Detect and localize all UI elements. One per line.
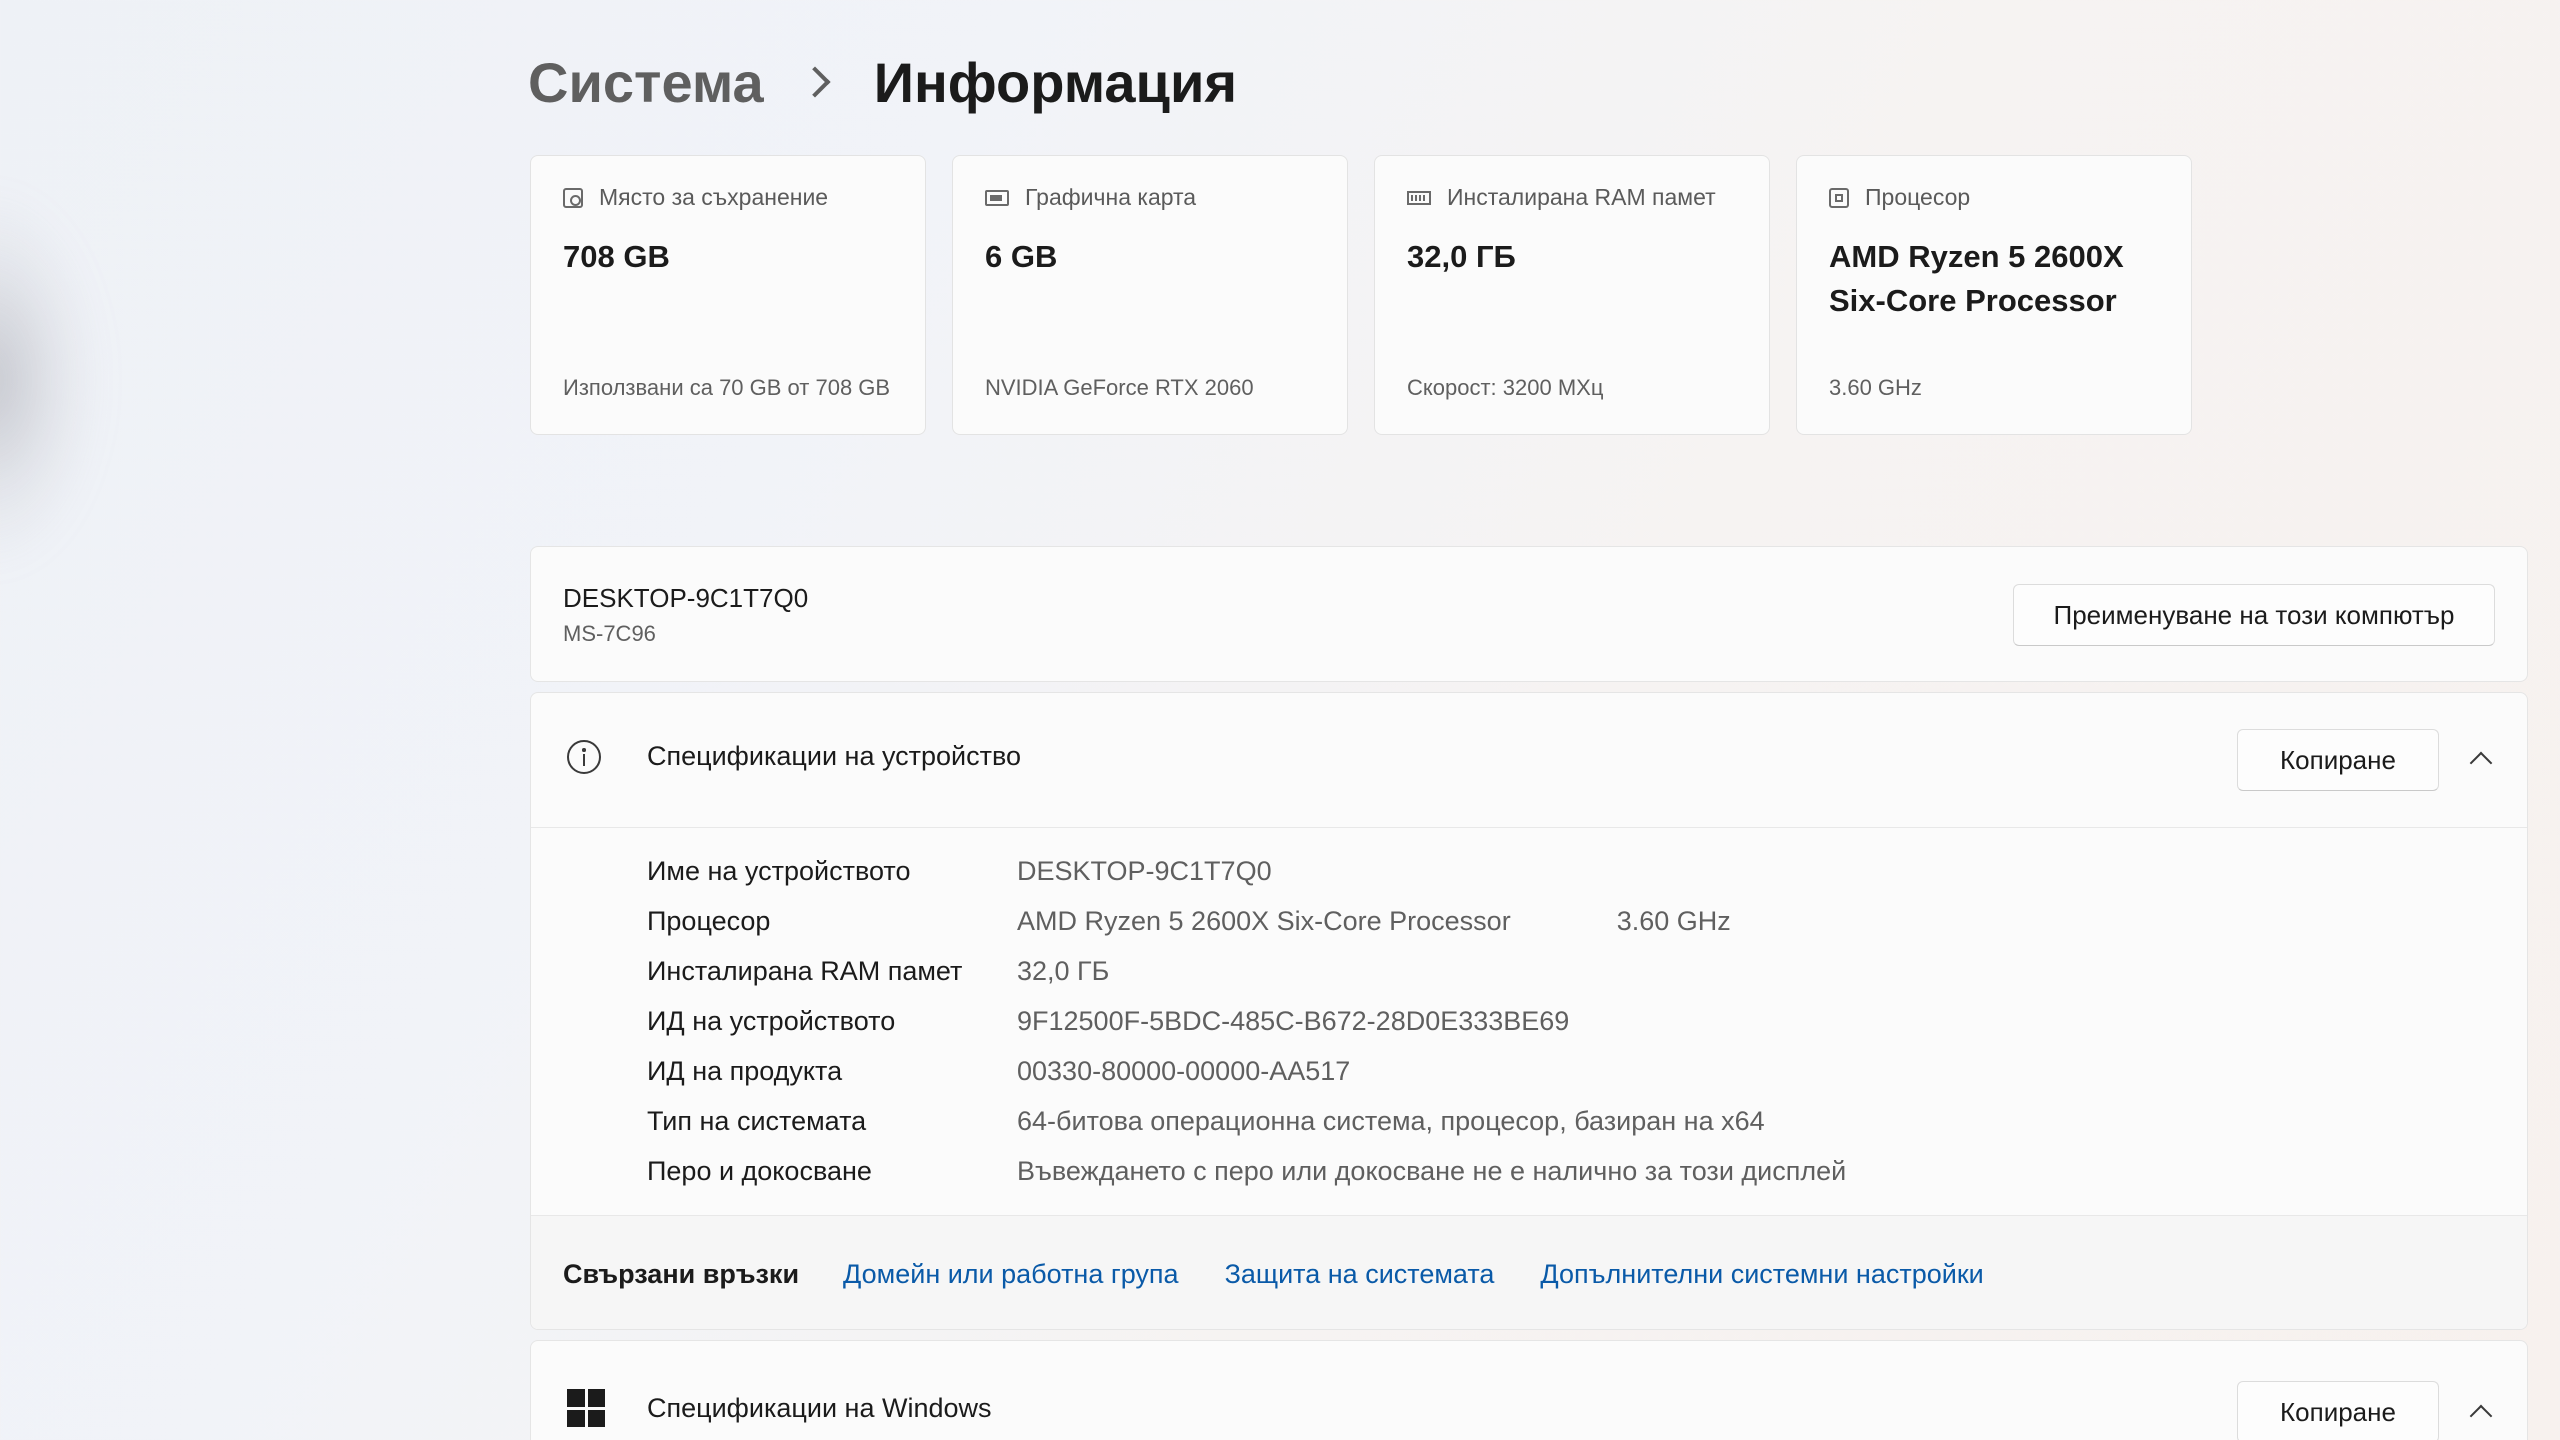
card-value: 6 GB	[985, 239, 1058, 274]
spec-row-device-id: ИД на устройството 9F12500F-5BDC-485C-B6…	[531, 996, 2527, 1046]
storage-icon	[563, 187, 583, 208]
spec-value: 64-битова операционна система, процесор,…	[1017, 1105, 1765, 1136]
card-subtitle: Скорост: 3200 MХц	[1407, 375, 1604, 400]
device-name: DESKTOP-9C1T7Q0	[563, 583, 809, 613]
spec-label: Процесор	[647, 905, 771, 936]
ram-icon	[1407, 190, 1431, 205]
card-title: Процесор	[1865, 184, 1971, 210]
card-storage[interactable]: Място за съхранение 708 GB Използвани са…	[530, 155, 926, 435]
spec-row-product-id: ИД на продукта 00330-80000-00000-AA517	[531, 1046, 2527, 1096]
link-advanced-system-settings[interactable]: Допълнителни системни настройки	[1540, 1259, 1983, 1290]
card-header: Място за съхранение	[563, 184, 893, 211]
spec-row-pen-touch: Перо и докосване Въвеждането с перо или …	[531, 1146, 2527, 1196]
spec-label: Тип на системата	[647, 1105, 867, 1136]
card-value: 32,0 ГБ	[1407, 239, 1516, 274]
spec-extra-value: 3.60 GHz	[1616, 905, 1731, 936]
copy-device-specs-button[interactable]: Копиране	[2237, 729, 2439, 791]
chevron-up-icon[interactable]	[2469, 1404, 2493, 1428]
page-title: Информация	[873, 50, 1238, 114]
card-title: Графична карта	[1025, 184, 1197, 210]
device-specs-panel: Спецификации на устройство Копиране Име …	[530, 692, 2528, 1330]
spec-label: ИД на устройството	[647, 1005, 896, 1036]
spec-value: 00330-80000-00000-AA517	[1017, 1055, 1351, 1086]
card-value: 708 GB	[563, 239, 670, 274]
processor-icon	[1829, 187, 1849, 208]
spec-label: Инсталирана RAM памет	[647, 955, 963, 986]
breadcrumb-system-link[interactable]: Система	[528, 50, 764, 115]
spec-label: Име на устройството	[647, 855, 911, 886]
spec-row-ram: Инсталирана RAM памет 32,0 ГБ	[531, 946, 2527, 996]
windows-logo-icon	[567, 1389, 605, 1427]
card-subtitle: 3.60 GHz	[1829, 375, 1922, 400]
device-model: MS-7C96	[563, 621, 656, 646]
chevron-up-icon[interactable]	[2469, 751, 2493, 775]
spec-row-processor: Процесор AMD Ryzen 5 2600X Six-Core Proc…	[531, 896, 2527, 946]
graphics-card-icon	[985, 189, 1009, 206]
card-graphics[interactable]: Графична карта 6 GB NVIDIA GeForce RTX 2…	[952, 155, 1348, 435]
link-system-protection[interactable]: Защита на системата	[1225, 1259, 1495, 1290]
chevron-right-icon	[799, 66, 831, 98]
section-title: Спецификации на устройство	[647, 741, 1022, 771]
spec-value: 9F12500F-5BDC-485C-B672-28D0E333BE69	[1017, 1005, 1570, 1036]
card-header: Процесор	[1829, 184, 2159, 211]
spec-value: DESKTOP-9C1T7Q0	[1017, 855, 1272, 886]
card-header: Инсталирана RAM памет	[1407, 184, 1737, 211]
device-name-panel: DESKTOP-9C1T7Q0 MS-7C96 Преименуване на …	[530, 546, 2528, 682]
card-ram[interactable]: Инсталирана RAM памет 32,0 ГБ Скорост: 3…	[1374, 155, 1770, 435]
card-processor[interactable]: Процесор AMD Ryzen 5 2600X Six-Core Proc…	[1796, 155, 2192, 435]
spec-label: Перо и докосване	[647, 1155, 872, 1186]
background-glow	[0, 190, 100, 570]
rename-pc-button[interactable]: Преименуване на този компютър	[2013, 584, 2495, 646]
summary-cards: Място за съхранение 708 GB Използвани са…	[530, 155, 2192, 435]
device-specs-header[interactable]: Спецификации на устройство Копиране	[531, 693, 2527, 828]
card-subtitle: Използвани са 70 GB от 708 GB	[563, 375, 891, 400]
spec-label: ИД на продукта	[647, 1055, 843, 1086]
spec-row-device-name: Име на устройството DESKTOP-9C1T7Q0	[531, 846, 2527, 896]
spec-value: 32,0 ГБ	[1017, 955, 1110, 986]
card-header: Графична карта	[985, 184, 1315, 211]
card-subtitle: NVIDIA GeForce RTX 2060	[985, 375, 1254, 400]
related-links-title: Свързани връзки	[563, 1258, 800, 1289]
spec-value: AMD Ryzen 5 2600X Six-Core Processor	[1017, 905, 1511, 936]
card-title: Инсталирана RAM памет	[1447, 184, 1716, 210]
card-title: Място за съхранение	[599, 184, 829, 210]
card-value: AMD Ryzen 5 2600X Six-Core Processor	[1829, 239, 2124, 318]
info-icon	[567, 740, 601, 774]
section-title[interactable]: Спецификации на Windows	[647, 1393, 992, 1424]
breadcrumb: Система Информация	[528, 42, 1237, 122]
spec-rows: Име на устройството DESKTOP-9C1T7Q0 Проц…	[531, 828, 2527, 1196]
copy-windows-specs-button[interactable]: Копиране	[2237, 1381, 2439, 1440]
spec-row-system-type: Тип на системата 64-битова операционна с…	[531, 1096, 2527, 1146]
spec-value: Въвеждането с перо или докосване не е на…	[1017, 1155, 1847, 1186]
link-domain-workgroup[interactable]: Домейн или работна група	[843, 1259, 1179, 1290]
windows-specs-panel: Спецификации на Windows Копиране	[530, 1340, 2528, 1440]
related-links: Свързани връзки Домейн или работна група…	[531, 1215, 2527, 1329]
